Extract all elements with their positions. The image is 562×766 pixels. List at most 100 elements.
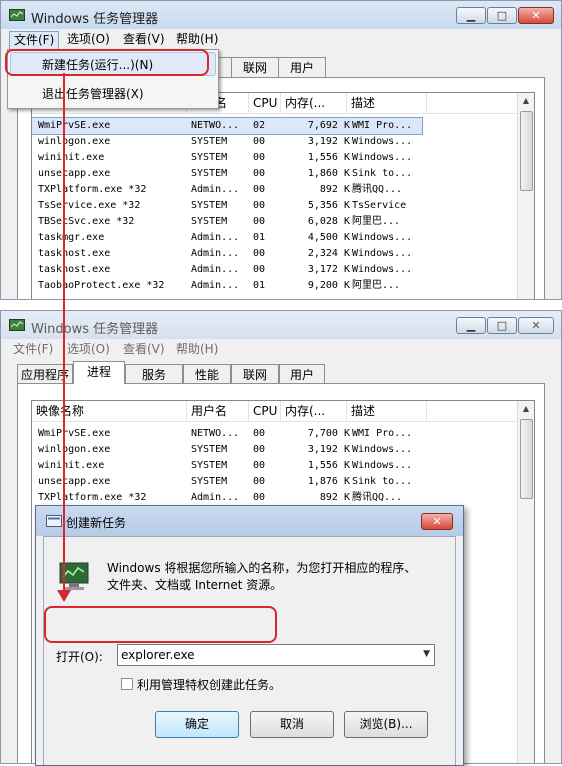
column-user[interactable]: 用户名: [187, 401, 249, 421]
vertical-scrollbar[interactable]: ▲: [517, 401, 534, 763]
table-row[interactable]: taskhost.exe Admin... 00 2,324 K Windows...: [32, 246, 517, 262]
table-row[interactable]: taskhost.exe Admin... 00 3,172 K Windows...: [32, 262, 517, 278]
tab-users[interactable]: 用户: [278, 57, 326, 77]
cell-cpu: 00: [253, 136, 266, 147]
cell-cpu: 01: [253, 232, 266, 243]
cell-cpu: 00: [253, 476, 266, 487]
maximize-button[interactable]: □: [487, 317, 517, 334]
table-row[interactable]: TBSecSvc.exe *32 SYSTEM 00 6,028 K 阿里巴...: [32, 214, 517, 230]
highlight-new-task: [5, 49, 209, 76]
title-bar: Windows 任务管理器 ▁ □ ✕: [1, 311, 561, 339]
dialog-title: 创建新任务: [66, 516, 127, 530]
scroll-up-icon[interactable]: ▲: [518, 93, 534, 109]
cell-cpu: 00: [253, 200, 266, 211]
menu-view[interactable]: 查看(V): [119, 341, 169, 358]
vertical-scrollbar[interactable]: ▲: [517, 93, 534, 299]
admin-privilege-checkbox[interactable]: [121, 678, 133, 690]
table-row[interactable]: wininit.exe SYSTEM 00 1,556 K Windows...: [32, 150, 517, 166]
menu-options[interactable]: 选项(O): [63, 31, 114, 48]
browse-button[interactable]: 浏览(B)...: [344, 711, 428, 738]
task-manager-icon: [9, 319, 25, 331]
cell-memory: 4,500 K: [307, 232, 350, 243]
chevron-down-icon[interactable]: ▼: [423, 649, 430, 659]
table-row[interactable]: TXPlatform.exe *32 Admin... 00 892 K 腾讯QQ...: [32, 182, 517, 198]
dialog-body: Windows 将根据您所输入的名称，为您打开相应的程序、 文件夹、文档或 In…: [43, 536, 456, 765]
cell-user: SYSTEM: [191, 460, 228, 471]
cell-memory: 1,876 K: [307, 476, 350, 487]
table-row[interactable]: unsecapp.exe SYSTEM 00 1,860 K Sink to...: [32, 166, 517, 182]
cell-description: WMI Pro...: [352, 120, 413, 131]
cell-cpu: 00: [253, 168, 266, 179]
menu-help[interactable]: 帮助(H): [172, 31, 222, 48]
tab-networking[interactable]: 联网: [231, 57, 279, 77]
tab-processes[interactable]: 进程: [73, 361, 125, 384]
menu-file[interactable]: 文件(F): [9, 31, 60, 50]
table-row[interactable]: TsService.exe *32 SYSTEM 00 5,356 K TsServic…: [32, 198, 517, 214]
process-list[interactable]: 映像名称 用户名 CPU 内存(... 描述 WmiPrvSE.exeNETWO…: [31, 92, 535, 299]
column-memory[interactable]: 内存(...: [281, 93, 347, 113]
cell-user: SYSTEM: [191, 200, 228, 211]
dialog-close-button[interactable]: ✕: [421, 513, 453, 530]
cell-image-name: TBSecSvc.exe *32: [38, 216, 135, 227]
cell-description: Windows...: [352, 444, 413, 455]
close-button[interactable]: ✕: [518, 317, 554, 334]
open-input[interactable]: explorer.exe: [121, 648, 195, 662]
table-row[interactable]: TXPlatform.exe *32 Admin... 00 892 K 腾讯QQ...: [32, 490, 517, 506]
cancel-button[interactable]: 取消: [250, 711, 334, 738]
cell-description: Sink to...: [352, 476, 413, 487]
minimize-button[interactable]: ▁: [456, 317, 486, 334]
table-row[interactable]: winlogon.exe SYSTEM 00 3,192 K Windows...: [32, 442, 517, 458]
table-row[interactable]: wininit.exe SYSTEM 00 1,556 K Windows...: [32, 458, 517, 474]
ok-button[interactable]: 确定: [155, 711, 239, 738]
column-image-name[interactable]: 映像名称: [32, 401, 187, 421]
column-cpu[interactable]: CPU: [249, 401, 281, 421]
menu-help[interactable]: 帮助(H): [172, 341, 222, 358]
table-row[interactable]: winlogon.exe SYSTEM 00 3,192 K Windows...: [32, 134, 517, 150]
cell-image-name: taskhost.exe: [38, 264, 111, 275]
cell-cpu: 00: [253, 184, 266, 195]
maximize-icon: □: [496, 319, 508, 332]
cell-description: 阿里巴...: [352, 280, 401, 291]
cell-image-name: TXPlatform.exe *32: [38, 492, 147, 503]
tab-performance[interactable]: 性能: [183, 364, 231, 384]
column-description[interactable]: 描述: [347, 401, 427, 421]
tab-networking[interactable]: 联网: [231, 364, 279, 384]
menu-view[interactable]: 查看(V): [119, 31, 169, 48]
cell-user: NETWO...: [191, 428, 240, 439]
cell-user: SYSTEM: [191, 476, 228, 487]
minimize-button[interactable]: ▁: [456, 7, 486, 24]
table-row[interactable]: taskmgr.exe Admin... 01 4,500 K Windows...: [32, 230, 517, 246]
column-memory[interactable]: 内存(...: [281, 401, 347, 421]
tab-users[interactable]: 用户: [279, 364, 325, 384]
cell-cpu: 00: [253, 216, 266, 227]
cell-user: SYSTEM: [191, 152, 228, 163]
scroll-up-icon[interactable]: ▲: [518, 401, 534, 417]
column-cpu[interactable]: CPU: [249, 93, 281, 113]
cell-user: Admin...: [191, 248, 240, 259]
cell-image-name: TXPlatform.exe *32: [38, 184, 147, 195]
column-description[interactable]: 描述: [347, 93, 427, 113]
cell-description: 腾讯QQ...: [352, 184, 403, 195]
cell-cpu: 00: [253, 460, 266, 471]
table-row[interactable]: unsecapp.exe SYSTEM 00 1,876 K Sink to...: [32, 474, 517, 490]
cell-description: Windows...: [352, 136, 413, 147]
table-row[interactable]: WmiPrvSE.exe NETWO... 00 7,700 K WMI Pro...: [32, 426, 517, 442]
scroll-thumb[interactable]: [520, 419, 533, 499]
cell-memory: 5,356 K: [307, 200, 350, 211]
tab-services[interactable]: 服务: [125, 364, 183, 384]
scroll-thumb[interactable]: [520, 111, 533, 191]
maximize-button[interactable]: □: [487, 7, 517, 24]
close-icon: ✕: [531, 9, 541, 22]
table-row[interactable]: WmiPrvSE.exe NETWO... 02 7,692 K WMI Pro...: [32, 117, 423, 135]
table-row[interactable]: TaobaoProtect.exe *32 Admin... 01 9,200 K 阿里…: [32, 278, 517, 294]
menu-file[interactable]: 文件(F): [9, 341, 57, 358]
cell-cpu: 00: [253, 152, 266, 163]
cell-user: Admin...: [191, 184, 240, 195]
menu-item-exit[interactable]: 退出任务管理器(X): [42, 85, 144, 102]
menu-options[interactable]: 选项(O): [63, 341, 114, 358]
cell-cpu: 00: [253, 264, 266, 275]
cell-image-name: wininit.exe: [38, 152, 105, 163]
cell-memory: 3,192 K: [307, 444, 350, 455]
close-button[interactable]: ✕: [518, 7, 554, 24]
open-combobox[interactable]: explorer.exe ▼: [117, 644, 435, 666]
